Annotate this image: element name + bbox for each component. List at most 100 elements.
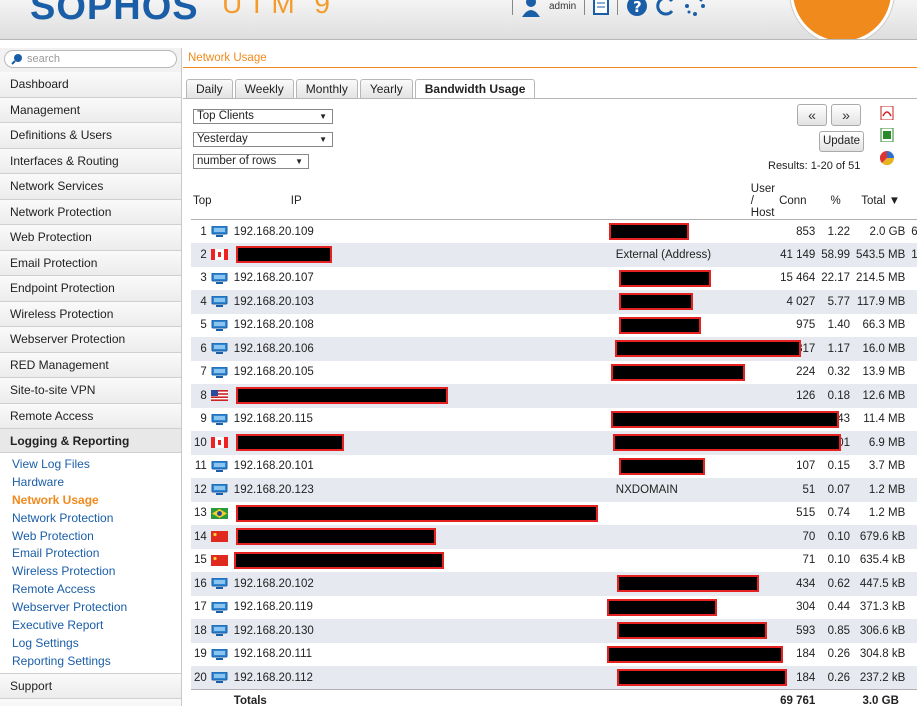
table-row[interactable]: 5 192.168.20.108 9751.4066.3 MB2.18 <box>191 313 917 337</box>
sidebar-item-network-services[interactable]: Network Services <box>0 174 181 200</box>
cell-user-host[interactable] <box>600 666 787 690</box>
sidebar-item-network-protection[interactable]: Network Protection <box>0 199 181 225</box>
sidebar-item-remote-access[interactable]: Remote Access <box>0 403 181 429</box>
table-row[interactable]: 15 710.10635.4 kB0.02 <box>191 548 917 572</box>
cell-user-host[interactable] <box>600 431 841 455</box>
col-top[interactable]: Top <box>191 183 231 220</box>
table-row[interactable]: 9192.168.20.1151 0011.4311.4 MB0.38 <box>191 407 917 431</box>
excel-export-icon[interactable] <box>880 128 894 142</box>
table-row[interactable]: 13 5150.741.2 MB0.04 <box>191 501 917 525</box>
cell-ip[interactable]: 192.168.20.123 <box>230 478 601 502</box>
cell-user-host[interactable] <box>600 407 839 431</box>
user-icon[interactable] <box>521 0 541 17</box>
tab-yearly[interactable]: Yearly <box>359 79 413 98</box>
sidebar-subitem-web-protection[interactable]: Web Protection <box>0 528 181 546</box>
sidebar-item-web-protection[interactable]: Web Protection <box>0 225 181 251</box>
col-ip[interactable]: IP <box>230 183 601 220</box>
cell-ip[interactable]: 192.168.20.105 <box>230 360 601 384</box>
tab-weekly[interactable]: Weekly <box>234 79 294 98</box>
rows-select[interactable]: number of rows ▼ <box>193 154 309 169</box>
search-input[interactable]: search <box>4 50 177 68</box>
cell-user-host[interactable] <box>600 337 801 361</box>
sidebar-subitem-hardware[interactable]: Hardware <box>0 474 181 492</box>
cell-user-host[interactable] <box>600 642 783 666</box>
cell-user-host[interactable] <box>600 454 778 478</box>
sidebar-subitem-log-settings[interactable]: Log Settings <box>0 635 181 653</box>
cell-user-host[interactable]: NXDOMAIN <box>600 478 778 502</box>
sidebar-subitem-network-usage[interactable]: Network Usage <box>0 492 181 510</box>
sidebar-item-definitions-users[interactable]: Definitions & Users <box>0 123 181 149</box>
col-conn[interactable]: Conn <box>777 183 819 220</box>
tab-daily[interactable]: Daily <box>186 79 233 98</box>
cell-ip[interactable]: 192.168.20.106 <box>230 337 601 361</box>
table-row[interactable]: 7 192.168.20.105 2240.3213.9 MB0.46 <box>191 360 917 384</box>
col-total-pct[interactable]: % <box>908 183 917 220</box>
table-row[interactable]: 16 192.168.20.102 4340.62447.5 kB0.01 <box>191 572 917 596</box>
cell-ip[interactable]: 192.168.20.109 <box>230 219 601 243</box>
cell-ip[interactable]: 192.168.20.112 <box>230 666 601 690</box>
cell-user-host[interactable] <box>600 548 778 572</box>
sidebar-subitem-webserver-protection[interactable]: Webserver Protection <box>0 599 181 617</box>
view-select[interactable]: Top Clients ▼ <box>193 109 333 124</box>
table-row[interactable]: 18 192.168.20.130 5930.85306.6 kB0.01 <box>191 619 917 643</box>
table-row[interactable]: 3 192.168.20.107 15 46422.17214.5 MB7.06 <box>191 266 917 290</box>
cell-ip[interactable] <box>230 525 601 549</box>
cell-ip[interactable]: 192.168.20.130 <box>230 619 601 643</box>
table-row[interactable]: 12 192.168.20.123 NXDOMAIN 510.071.2 MB0.04 <box>191 478 917 502</box>
cell-ip[interactable]: 192.168.20.119 <box>230 595 601 619</box>
cell-user-host[interactable] <box>600 595 778 619</box>
next-page-button[interactable]: » <box>831 104 861 126</box>
sidebar-item-interfaces-routing[interactable]: Interfaces & Routing <box>0 148 181 174</box>
cell-ip[interactable] <box>230 431 601 455</box>
cell-ip[interactable]: 192.168.20.103 <box>230 290 601 314</box>
cell-user-host[interactable] <box>600 384 778 408</box>
sidebar-item-dashboard[interactable]: Dashboard <box>0 72 181 98</box>
update-button[interactable]: Update <box>819 131 864 152</box>
cell-ip[interactable]: 192.168.20.102 <box>230 572 601 596</box>
sidebar-subitem-remote-access[interactable]: Remote Access <box>0 581 181 599</box>
notes-icon[interactable] <box>593 0 610 15</box>
cell-user-host[interactable] <box>600 525 778 549</box>
table-row[interactable]: 1050.016.9 MB0.23 <box>191 431 917 455</box>
previous-page-button[interactable]: « <box>797 104 827 126</box>
cell-user-host[interactable] <box>600 572 778 596</box>
period-select[interactable]: Yesterday ▼ <box>193 132 333 147</box>
admin-username[interactable]: admin <box>549 1 576 12</box>
table-row[interactable]: 11 192.168.20.101 1070.153.7 MB0.12 <box>191 454 917 478</box>
reload-icon[interactable] <box>656 0 676 17</box>
table-row[interactable]: 8 1260.1812.6 MB0.41 <box>191 384 917 408</box>
cell-user-host[interactable] <box>600 619 778 643</box>
sidebar-item-red-management[interactable]: RED Management <box>0 352 181 378</box>
sidebar-subitem-view-log-files[interactable]: View Log Files <box>0 456 181 474</box>
sidebar-item-endpoint-protection[interactable]: Endpoint Protection <box>0 276 181 302</box>
sidebar-item-support[interactable]: Support <box>0 673 181 700</box>
tab-monthly[interactable]: Monthly <box>295 79 358 98</box>
nav-section-logging-reporting[interactable]: Logging & Reporting <box>0 429 181 453</box>
sidebar-subitem-reporting-settings[interactable]: Reporting Settings <box>0 653 181 671</box>
cell-ip[interactable]: 192.168.20.108 <box>230 313 601 337</box>
pdf-export-icon[interactable] <box>880 106 894 120</box>
cell-user-host[interactable] <box>600 219 778 243</box>
cell-user-host[interactable] <box>600 501 778 525</box>
col-conn-pct[interactable]: % <box>818 183 854 220</box>
sidebar-subitem-wireless-protection[interactable]: Wireless Protection <box>0 563 181 581</box>
cell-user-host[interactable] <box>600 313 778 337</box>
cell-ip[interactable] <box>230 501 601 525</box>
cell-ip[interactable] <box>230 243 601 267</box>
cell-user-host[interactable] <box>600 290 778 314</box>
table-row[interactable]: 19 192.168.20.111 1840.26304.8 kB0.01 <box>191 642 917 666</box>
table-row[interactable]: 4 192.168.20.103 4 0275.77117.9 MB3.88 <box>191 290 917 314</box>
table-row[interactable]: 17 192.168.20.119 3040.44371.3 kB0.01 <box>191 595 917 619</box>
sidebar-item-log-off[interactable]: Log off <box>0 699 181 706</box>
chart-view-icon[interactable] <box>880 151 894 165</box>
sidebar-item-management[interactable]: Management <box>0 97 181 123</box>
cell-user-host[interactable] <box>600 266 778 290</box>
tab-bandwidth-usage[interactable]: Bandwidth Usage <box>414 79 536 99</box>
cell-user-host[interactable]: External (Address) <box>600 243 778 267</box>
sidebar-item-webserver-protection[interactable]: Webserver Protection <box>0 327 181 353</box>
table-row[interactable]: 20192.168.20.1121840.26237.2 kB0.01 <box>191 666 917 690</box>
cell-ip[interactable]: 192.168.20.107 <box>230 266 601 290</box>
table-row[interactable]: 6192.168.20.1068171.1716.0 MB0.53 <box>191 337 917 361</box>
sidebar-subitem-network-protection[interactable]: Network Protection <box>0 510 181 528</box>
sidebar-item-email-protection[interactable]: Email Protection <box>0 250 181 276</box>
